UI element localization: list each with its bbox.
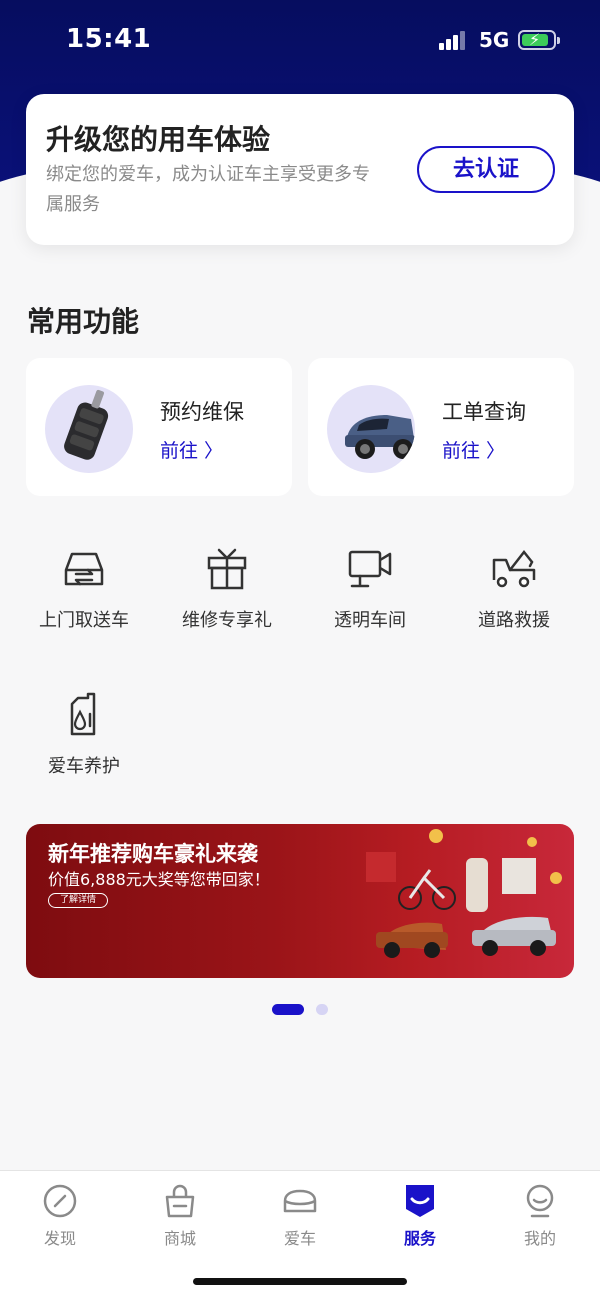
shortcut-label: 爱车养护 xyxy=(48,756,120,777)
feature-card-work-order[interactable]: 工单查询 前往 〉 xyxy=(308,358,574,496)
profile-icon xyxy=(526,1184,554,1218)
feature-name: 预约维保 xyxy=(160,400,244,424)
tab-label: 服务 xyxy=(403,1229,436,1248)
section-title: 常用功能 xyxy=(27,305,140,338)
car-icon xyxy=(283,1189,317,1213)
camera-icon xyxy=(348,550,392,588)
tab-service[interactable]: 服务 xyxy=(380,1183,460,1249)
tab-my-car[interactable]: 爱车 xyxy=(260,1183,340,1249)
car-key-icon xyxy=(45,385,133,473)
gift-icon xyxy=(207,548,247,590)
upgrade-card: 升级您的用车体验 绑定您的爱车，成为认证车主享受更多专属服务 去认证 xyxy=(26,94,574,245)
promo-banner[interactable]: 新年推荐购车豪礼来袭 价值6,888元大奖等您带回家！ 了解详情 xyxy=(26,824,574,978)
banner-title: 新年推荐购车豪礼来袭 xyxy=(48,842,258,866)
feature-card-maintenance[interactable]: 预约维保 前往 〉 xyxy=(26,358,292,496)
feature-go-link[interactable]: 前往 〉 xyxy=(442,436,505,463)
banner-illustration xyxy=(366,829,562,958)
home-indicator xyxy=(193,1278,407,1285)
oil-can-icon xyxy=(70,692,96,736)
carousel-dot-active[interactable] xyxy=(272,1004,304,1015)
status-time: 15:41 xyxy=(66,24,152,54)
network-label: 5G xyxy=(479,28,510,52)
compass-icon xyxy=(43,1184,77,1218)
status-bar: 15:41 5G ⚡ xyxy=(0,0,600,80)
shortcut-label: 维修专享礼 xyxy=(182,610,272,631)
shortcut-car-care[interactable]: 爱车养护 xyxy=(25,690,143,778)
shortcut-pickup-delivery[interactable]: 上门取送车 xyxy=(25,544,143,632)
tab-label: 爱车 xyxy=(283,1229,316,1248)
shopping-bag-icon xyxy=(165,1184,195,1218)
car-swap-icon xyxy=(64,552,104,586)
feature-go-link[interactable]: 前往 〉 xyxy=(160,436,223,463)
shortcut-road-rescue[interactable]: 道路救援 xyxy=(455,544,573,632)
tab-discover[interactable]: 发现 xyxy=(20,1183,100,1249)
shortcut-label: 道路救援 xyxy=(478,610,550,631)
tab-label: 发现 xyxy=(43,1229,76,1248)
carousel-indicator xyxy=(272,1004,332,1016)
verify-button[interactable]: 去认证 xyxy=(417,146,555,193)
upgrade-description: 绑定您的爱车，成为认证车主享受更多专属服务 xyxy=(46,164,370,215)
car-photo-icon xyxy=(327,385,415,473)
tab-label: 商城 xyxy=(163,1229,196,1248)
service-icon xyxy=(406,1185,434,1217)
shortcut-transparent-workshop[interactable]: 透明车间 xyxy=(311,544,429,632)
banner-subtitle: 价值6,888元大奖等您带回家！ xyxy=(48,870,270,889)
tab-label: 我的 xyxy=(523,1229,556,1248)
tab-mine[interactable]: 我的 xyxy=(500,1183,580,1249)
shortcut-repair-gift[interactable]: 维修专享礼 xyxy=(168,544,286,632)
upgrade-title: 升级您的用车体验 xyxy=(46,123,271,156)
tow-truck-icon xyxy=(492,549,536,588)
shortcut-label: 上门取送车 xyxy=(39,610,129,631)
carousel-dot[interactable] xyxy=(316,1004,328,1015)
tab-mall[interactable]: 商城 xyxy=(140,1183,220,1249)
signal-icon xyxy=(439,30,467,50)
banner-details-button[interactable]: 了解详情 xyxy=(48,893,108,908)
feature-name: 工单查询 xyxy=(442,400,526,424)
battery-icon: ⚡ xyxy=(518,30,560,50)
shortcut-label: 透明车间 xyxy=(334,610,406,631)
